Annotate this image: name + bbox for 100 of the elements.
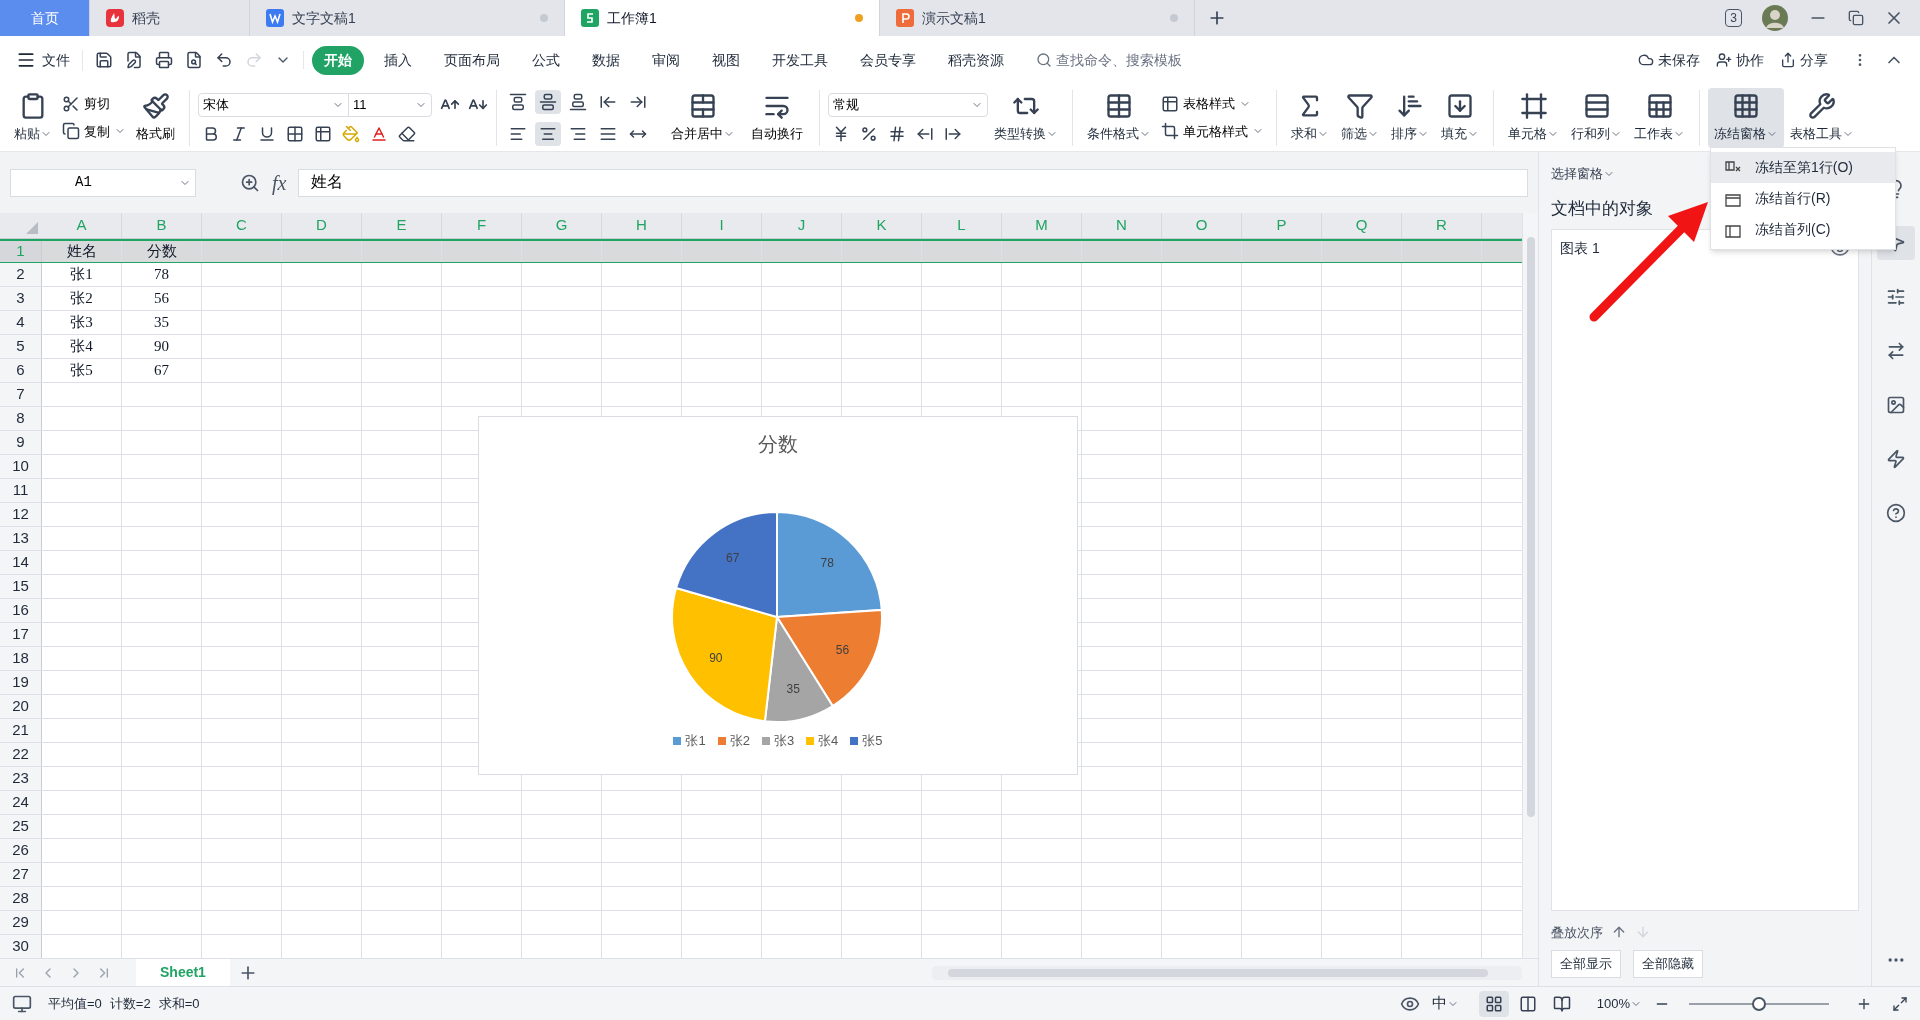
row-header[interactable]: 15 [0, 575, 42, 598]
row-header[interactable]: 29 [0, 911, 42, 934]
wrap-button[interactable]: 自动换行 [743, 87, 811, 148]
scrollbar-thumb[interactable] [948, 968, 1488, 977]
ribbon-tab[interactable]: 审阅 [640, 45, 692, 75]
zoom-icon[interactable] [240, 172, 260, 193]
window-count[interactable]: 3 [1725, 9, 1742, 27]
fullscreen-icon[interactable] [1892, 995, 1908, 1012]
toolbar-action[interactable]: 分享 [1780, 49, 1828, 71]
row-header[interactable]: 5 [0, 335, 42, 358]
ribbon-tab[interactable]: 视图 [700, 45, 752, 75]
row-header[interactable]: 23 [0, 767, 42, 790]
row-header[interactable]: 19 [0, 671, 42, 694]
hash-icon[interactable] [888, 124, 906, 143]
zoom-slider-thumb[interactable] [1752, 996, 1766, 1011]
ribbon-tab[interactable]: 稻壳资源 [936, 45, 1016, 75]
italic-icon[interactable] [230, 124, 248, 143]
ribbon-tab[interactable]: 插入 [372, 45, 424, 75]
row-header[interactable]: 30 [0, 935, 42, 958]
number-format-field[interactable]: 常规 [828, 92, 988, 117]
fill-color-icon[interactable] [342, 124, 360, 143]
formula-field[interactable]: 姓名 [298, 168, 1528, 197]
row-header[interactable]: 6 [0, 359, 42, 382]
undo-icon[interactable] [215, 51, 233, 69]
ribbon-button[interactable]: 求和 [1285, 87, 1335, 148]
merge-button[interactable]: 合并居中 [663, 87, 743, 148]
row-header[interactable]: 27 [0, 863, 42, 886]
cell-style-button[interactable]: 单元格样式 [1161, 121, 1264, 141]
border-icon[interactable] [286, 124, 304, 143]
ribbon-button[interactable]: 填充 [1435, 87, 1485, 148]
ribbon-tab[interactable]: 页面布局 [432, 45, 512, 75]
row-header[interactable]: 26 [0, 839, 42, 862]
row-header[interactable]: 4 [0, 311, 42, 334]
row-header[interactable]: 10 [0, 455, 42, 478]
ribbon-button[interactable]: 行和列 [1565, 87, 1628, 148]
toolbar-action[interactable]: 未保存 [1638, 49, 1700, 71]
ribbon-button[interactable]: 冻结窗格 [1708, 87, 1784, 148]
horizontal-scrollbar[interactable] [932, 965, 1522, 980]
row-header[interactable]: 14 [0, 551, 42, 574]
ribbon-button[interactable]: 类型转换 [988, 87, 1064, 148]
ribbon-button[interactable]: 表格工具 [1784, 87, 1860, 148]
row-header[interactable]: 7 [0, 383, 42, 406]
cut-button[interactable]: 剪切 [62, 94, 126, 114]
row-header[interactable]: 24 [0, 791, 42, 814]
row-header[interactable]: 20 [0, 695, 42, 718]
input-mode-button[interactable]: 中 [1431, 992, 1459, 1015]
row-header[interactable]: 2 [0, 263, 42, 286]
ribbon-tab[interactable]: 开发工具 [760, 45, 840, 75]
underline-icon[interactable] [258, 124, 276, 143]
menu-item[interactable]: 冻结首列(C) [1711, 214, 1895, 245]
ribbon-button[interactable]: 条件格式 [1081, 87, 1157, 148]
ribbon-button[interactable]: 工作表 [1628, 87, 1691, 148]
row-header[interactable]: 8 [0, 407, 42, 430]
row-header[interactable]: 22 [0, 743, 42, 766]
row-header[interactable]: 28 [0, 887, 42, 910]
font-color-icon[interactable] [370, 124, 388, 143]
scrollbar-thumb[interactable] [1526, 237, 1535, 817]
align-middle-icon[interactable] [535, 89, 561, 114]
print-icon[interactable] [155, 51, 173, 69]
ribbon-button[interactable]: 排序 [1385, 87, 1435, 148]
preview-icon[interactable] [185, 51, 203, 69]
file-menu-button[interactable]: 文件 [16, 49, 83, 71]
copy-button[interactable]: 复制 [62, 121, 126, 141]
row-header[interactable]: 16 [0, 599, 42, 622]
menu-item[interactable]: 冻结至第1行(O) [1711, 152, 1895, 183]
object-item[interactable]: 图表 1 [1560, 238, 1600, 259]
ribbon-button[interactable]: 粘贴 [8, 87, 58, 148]
export-icon[interactable] [125, 51, 143, 69]
align-center-icon[interactable] [535, 121, 561, 146]
row-header[interactable]: 17 [0, 623, 42, 646]
ribbon-tab[interactable]: 数据 [580, 45, 632, 75]
avatar[interactable] [1762, 5, 1788, 31]
row-header[interactable]: 25 [0, 815, 42, 838]
row-header[interactable]: 18 [0, 647, 42, 670]
monitor-icon[interactable] [12, 993, 32, 1014]
ribbon-button[interactable]: 筛选 [1335, 87, 1385, 148]
ribbon-tab[interactable]: 公式 [520, 45, 572, 75]
row-header[interactable]: 9 [0, 431, 42, 454]
name-box[interactable]: A1 [10, 168, 196, 197]
normal-view-icon[interactable] [1478, 990, 1509, 1017]
percent-icon[interactable] [860, 124, 878, 143]
chart-area[interactable]: 分数 78 56 35 90 67 张1 张2 张3 张4 张5 [478, 416, 1078, 775]
row-header[interactable]: 3 [0, 287, 42, 310]
toolbar-action[interactable]: 协作 [1716, 49, 1764, 71]
row-header[interactable]: 11 [0, 479, 42, 502]
search-field[interactable]: 查找命令、搜索模板 [1056, 49, 1236, 71]
menu-item[interactable]: 冻结首行(R) [1711, 183, 1895, 214]
row-header[interactable]: 21 [0, 719, 42, 742]
eraser-icon[interactable] [398, 124, 416, 143]
save-icon[interactable] [95, 51, 113, 69]
format-painter-button[interactable]: 格式刷 [130, 87, 181, 148]
pane-button[interactable]: 全部显示 [1551, 950, 1621, 978]
restore-icon[interactable] [1848, 10, 1864, 26]
row-header[interactable]: 13 [0, 527, 42, 550]
document-tab[interactable]: 工作簿1 [565, 0, 880, 36]
cell-format-icon[interactable] [314, 124, 332, 143]
table-style-button[interactable]: 表格样式 [1161, 94, 1264, 114]
ribbon-button[interactable]: 单元格 [1502, 87, 1565, 148]
row-header[interactable]: 12 [0, 503, 42, 526]
ribbon-tab[interactable]: 会员专享 [848, 45, 928, 75]
